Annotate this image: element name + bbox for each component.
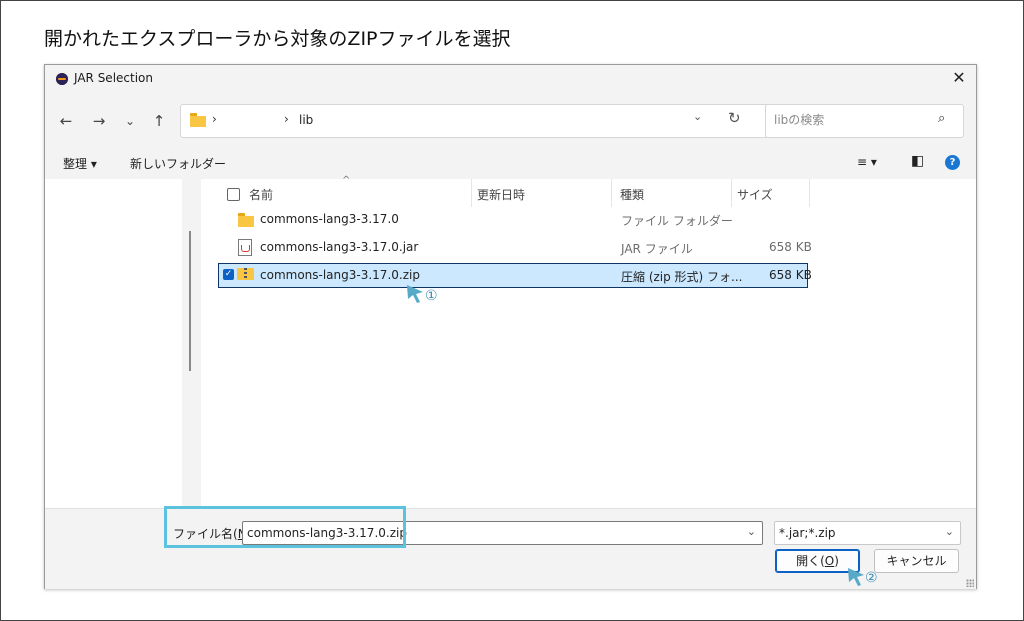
column-header-size[interactable]: サイズ (737, 186, 773, 203)
recent-locations-icon[interactable]: ⌄ (119, 110, 141, 132)
file-name: commons-lang3-3.17.0.jar (260, 240, 419, 254)
file-size: 658 KB (769, 268, 812, 282)
column-divider[interactable] (471, 179, 472, 207)
column-divider[interactable] (611, 179, 612, 207)
close-icon[interactable]: ✕ (948, 67, 970, 89)
file-row-selected[interactable]: ✓ commons-lang3-3.17.0.zip 圧縮 (zip 形式) フ… (218, 263, 812, 288)
file-type-filter[interactable]: *.jar;*.zip ⌄ (774, 521, 961, 545)
instruction-heading: 開かれたエクスプローラから対象のZIPファイルを選択 (44, 28, 511, 50)
checkbox-checked-icon[interactable]: ✓ (223, 269, 234, 280)
command-bar: 整理 ▾ 新しいフォルダー ≡ ▾ ◧ ? (45, 149, 976, 179)
navigation-pane[interactable] (45, 179, 182, 508)
jar-file-icon (238, 239, 252, 256)
navigation-bar: ← → ⌄ ↑ › › lib ⌄ ↻ ⌕ (45, 93, 976, 149)
file-row[interactable]: commons-lang3-3.17.0.jar JAR ファイル 658 KB (219, 236, 812, 259)
sort-ascending-icon: ^ (342, 175, 351, 186)
title-bar: JAR Selection ✕ (45, 65, 976, 93)
column-header-name[interactable]: 名前 (249, 186, 273, 203)
column-divider[interactable] (731, 179, 732, 207)
up-arrow-icon[interactable]: ↑ (148, 110, 170, 132)
view-options-icon[interactable]: ≡ ▾ (857, 155, 877, 169)
folder-icon (238, 213, 254, 227)
file-name: commons-lang3-3.17.0 (260, 212, 399, 226)
filename-dropdown-icon[interactable]: ⌄ (747, 525, 756, 538)
file-type: 圧縮 (zip 形式) フォ... (621, 270, 743, 284)
new-folder-button[interactable]: 新しいフォルダー (130, 155, 226, 172)
search-icon[interactable]: ⌕ (938, 111, 945, 126)
filename-highlight-box (164, 506, 406, 548)
file-type: JAR ファイル (621, 242, 693, 256)
search-box[interactable]: ⌕ (765, 104, 964, 138)
pointer-arrow-icon (407, 285, 423, 303)
select-all-checkbox[interactable] (227, 188, 240, 201)
cancel-button[interactable]: キャンセル (874, 549, 959, 573)
zip-folder-icon (237, 268, 254, 280)
preview-pane-icon[interactable]: ◧ (911, 153, 924, 169)
file-list: 名前 ^ 更新日時 種類 サイズ commons-lang3-3.17.0 ファ… (201, 175, 976, 508)
column-divider[interactable] (809, 179, 810, 207)
resize-grip-icon[interactable] (966, 579, 974, 587)
breadcrumb-separator[interactable]: › (212, 112, 217, 126)
filter-dropdown-icon[interactable]: ⌄ (945, 525, 954, 538)
address-dropdown-icon[interactable]: ⌄ (693, 110, 702, 123)
file-row[interactable]: commons-lang3-3.17.0 ファイル フォルダー (219, 208, 807, 231)
search-input[interactable] (774, 113, 924, 127)
step-2-marker: ② (865, 570, 878, 586)
step-1-marker: ① (425, 288, 438, 304)
folder-icon (190, 113, 206, 127)
organize-menu[interactable]: 整理 ▾ (63, 155, 97, 172)
file-name: commons-lang3-3.17.0.zip (260, 268, 420, 282)
file-type: ファイル フォルダー (621, 214, 733, 228)
window-title: JAR Selection (74, 71, 153, 85)
column-header-type[interactable]: 種類 (620, 186, 644, 203)
eclipse-app-icon (56, 73, 68, 85)
column-header-modified[interactable]: 更新日時 (477, 186, 525, 203)
forward-arrow-icon[interactable]: → (88, 110, 110, 132)
breadcrumb-separator[interactable]: › (284, 112, 289, 126)
navigation-pane-scrollbar[interactable] (189, 231, 191, 371)
filter-value: *.jar;*.zip (779, 526, 836, 540)
file-size: 658 KB (769, 240, 812, 254)
address-bar[interactable]: › › lib ⌄ ↻ (180, 104, 794, 138)
help-icon[interactable]: ? (945, 155, 960, 170)
refresh-icon[interactable]: ↻ (728, 109, 741, 127)
breadcrumb-lib[interactable]: lib (299, 113, 313, 127)
back-arrow-icon[interactable]: ← (55, 110, 77, 132)
